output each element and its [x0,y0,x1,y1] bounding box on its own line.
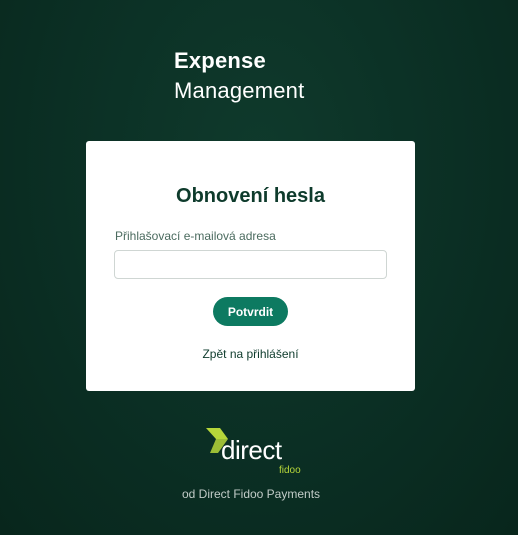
email-label: Přihlašovací e-mailová adresa [115,229,276,243]
back-to-login-link[interactable]: Zpět na přihlášení [86,347,415,361]
direct-fidoo-logo: direct fidoo [204,426,304,478]
submit-button[interactable]: Potvrdit [213,297,288,326]
logo-subtext: fidoo [279,465,301,476]
password-reset-card: Obnovení hesla Přihlašovací e-mailová ad… [86,141,415,391]
logo-wordmark: direct [221,435,282,465]
page-title: Obnovení hesla [176,185,325,207]
brand-line-management: Management [174,78,305,103]
footer-credit: od Direct Fidoo Payments [181,487,321,501]
email-field[interactable] [114,250,387,279]
app-brand: Expense Management [174,46,304,106]
brand-line-expense: Expense [174,48,266,73]
